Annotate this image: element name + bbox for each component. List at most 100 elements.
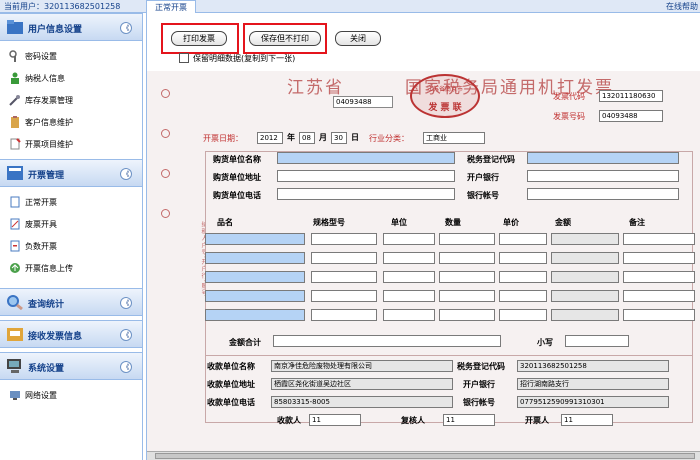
section-user-settings[interactable]: 用户信息设置 《	[0, 13, 142, 41]
margin-circle	[161, 209, 170, 218]
year-field[interactable]: 2012	[257, 132, 283, 144]
buyer-address-field[interactable]	[277, 170, 455, 182]
seller-account-field: 0779512590991310301	[517, 396, 669, 408]
item-cell[interactable]	[499, 252, 547, 264]
collapse-toggle[interactable]: 《	[120, 22, 132, 34]
item-cell[interactable]	[383, 309, 435, 321]
section-label: 开票管理	[28, 171, 65, 181]
clipboard-icon	[11, 116, 19, 128]
item-cell[interactable]	[383, 271, 435, 283]
industry-field[interactable]: 工商业	[423, 132, 485, 144]
seller-bank-field: 招行湖南路支行	[517, 378, 669, 390]
sidebar-item-label: 负数开票	[25, 242, 57, 251]
keep-data-checkbox[interactable]	[179, 53, 189, 63]
section-query-statistics[interactable]: 查询统计 《	[0, 288, 142, 316]
day-field[interactable]: 30	[331, 132, 347, 144]
item-cell[interactable]	[439, 252, 495, 264]
sidebar-item-invoice-stock[interactable]: 库存发票管理	[0, 89, 142, 111]
item-cell[interactable]	[551, 252, 619, 264]
person-icon	[11, 72, 19, 84]
sidebar-item-label: 网络设置	[25, 391, 57, 400]
month-field[interactable]: 08	[299, 132, 315, 144]
sidebar-item-label: 开票项目维护	[25, 140, 73, 149]
seller-address-field: 栖霞区尧化街道吴边社区	[271, 378, 453, 390]
year-unit: 年	[287, 133, 295, 142]
sidebar-item-taxpayer-info[interactable]: 纳税人信息	[0, 67, 142, 89]
col-header-note: 备注	[629, 218, 645, 227]
section-system-settings[interactable]: 系统设置 《	[0, 352, 142, 380]
item-cell[interactable]	[383, 252, 435, 264]
collapse-toggle[interactable]: 《	[120, 297, 132, 309]
item-cell[interactable]	[205, 290, 305, 302]
sidebar-item-password[interactable]: 密码设置	[0, 45, 142, 67]
item-cell[interactable]	[383, 233, 435, 245]
horizontal-scrollbar[interactable]	[147, 451, 700, 460]
tab-normal-invoice[interactable]: 正常开票	[146, 0, 196, 13]
item-cell[interactable]	[311, 290, 377, 302]
item-cell[interactable]	[439, 233, 495, 245]
sidebar-item-upload-invoice[interactable]: 开票信息上传	[0, 257, 142, 279]
item-cell[interactable]	[439, 290, 495, 302]
margin-circle	[161, 129, 170, 138]
section-invoice-management[interactable]: 开票管理 《	[0, 159, 142, 187]
buyer-account-field[interactable]	[527, 188, 679, 200]
help-link[interactable]: 在线帮助	[666, 1, 698, 12]
buyer-phone-label: 购货单位电话	[213, 191, 261, 200]
collapse-toggle[interactable]: 《	[120, 329, 132, 341]
folder-icon	[7, 20, 23, 34]
item-cell[interactable]	[439, 271, 495, 283]
collapse-toggle[interactable]: 《	[120, 361, 132, 373]
item-cell[interactable]	[623, 252, 695, 264]
reviewer-field[interactable]: 11	[443, 414, 495, 426]
item-cell[interactable]	[311, 309, 377, 321]
item-cell[interactable]	[623, 309, 695, 321]
close-button[interactable]: 关闭	[335, 31, 381, 46]
item-cell[interactable]	[311, 233, 377, 245]
item-cell[interactable]	[311, 252, 377, 264]
sidebar-item-normal-invoice[interactable]: 正常开票	[0, 191, 142, 213]
item-cell[interactable]	[623, 290, 695, 302]
sidebar-item-network[interactable]: 网络设置	[0, 384, 142, 406]
item-cell[interactable]	[551, 309, 619, 321]
item-cell[interactable]	[311, 271, 377, 283]
item-cell[interactable]	[623, 271, 695, 283]
save-no-print-button[interactable]: 保存但不打印	[249, 31, 321, 46]
buyer-phone-field[interactable]	[277, 188, 455, 200]
col-header-qty: 数量	[445, 218, 461, 227]
item-cell[interactable]	[623, 233, 695, 245]
item-cell[interactable]	[205, 309, 305, 321]
item-cell[interactable]	[439, 309, 495, 321]
print-invoice-button[interactable]: 打印发票	[171, 31, 227, 46]
item-cell[interactable]	[383, 290, 435, 302]
toolbar: 打印发票 保存但不打印 关闭 保留明细数据(复制到下一张)	[147, 13, 700, 73]
buyer-tax-code-field[interactable]	[527, 152, 679, 164]
scrollbar-thumb[interactable]	[155, 453, 695, 459]
sidebar-item-customer-info[interactable]: 客户信息维护	[0, 111, 142, 133]
issuer-field[interactable]: 11	[561, 414, 613, 426]
top-bar: 当前用户：320113682501258 在线帮助	[0, 0, 700, 13]
item-cell[interactable]	[205, 252, 305, 264]
item-cell[interactable]	[499, 290, 547, 302]
sidebar-item-negative-invoice[interactable]: 负数开票	[0, 235, 142, 257]
item-cell[interactable]	[205, 271, 305, 283]
buyer-name-field[interactable]	[277, 152, 455, 164]
item-cell[interactable]	[551, 233, 619, 245]
seller-tax-label: 税务登记代码	[457, 362, 505, 371]
item-cell[interactable]	[499, 271, 547, 283]
void-page-icon	[10, 218, 20, 230]
item-cell[interactable]	[499, 233, 547, 245]
item-cell[interactable]	[499, 309, 547, 321]
network-icon	[10, 391, 20, 400]
invoice-number-label: 发票号码	[553, 112, 585, 121]
item-cell[interactable]	[551, 290, 619, 302]
item-cell[interactable]	[205, 233, 305, 245]
collapse-toggle[interactable]: 《	[120, 168, 132, 180]
payee-field[interactable]: 11	[309, 414, 361, 426]
section-receive-invoice[interactable]: 接收发票信息 《	[0, 320, 142, 348]
section-label: 系统设置	[28, 364, 65, 374]
sidebar-item-void-invoice[interactable]: 废票开具	[0, 213, 142, 235]
sidebar-item-invoice-items[interactable]: 开票项目维护	[0, 133, 142, 155]
buyer-bank-field[interactable]	[527, 170, 679, 182]
item-cell[interactable]	[551, 271, 619, 283]
month-unit: 月	[319, 133, 327, 142]
